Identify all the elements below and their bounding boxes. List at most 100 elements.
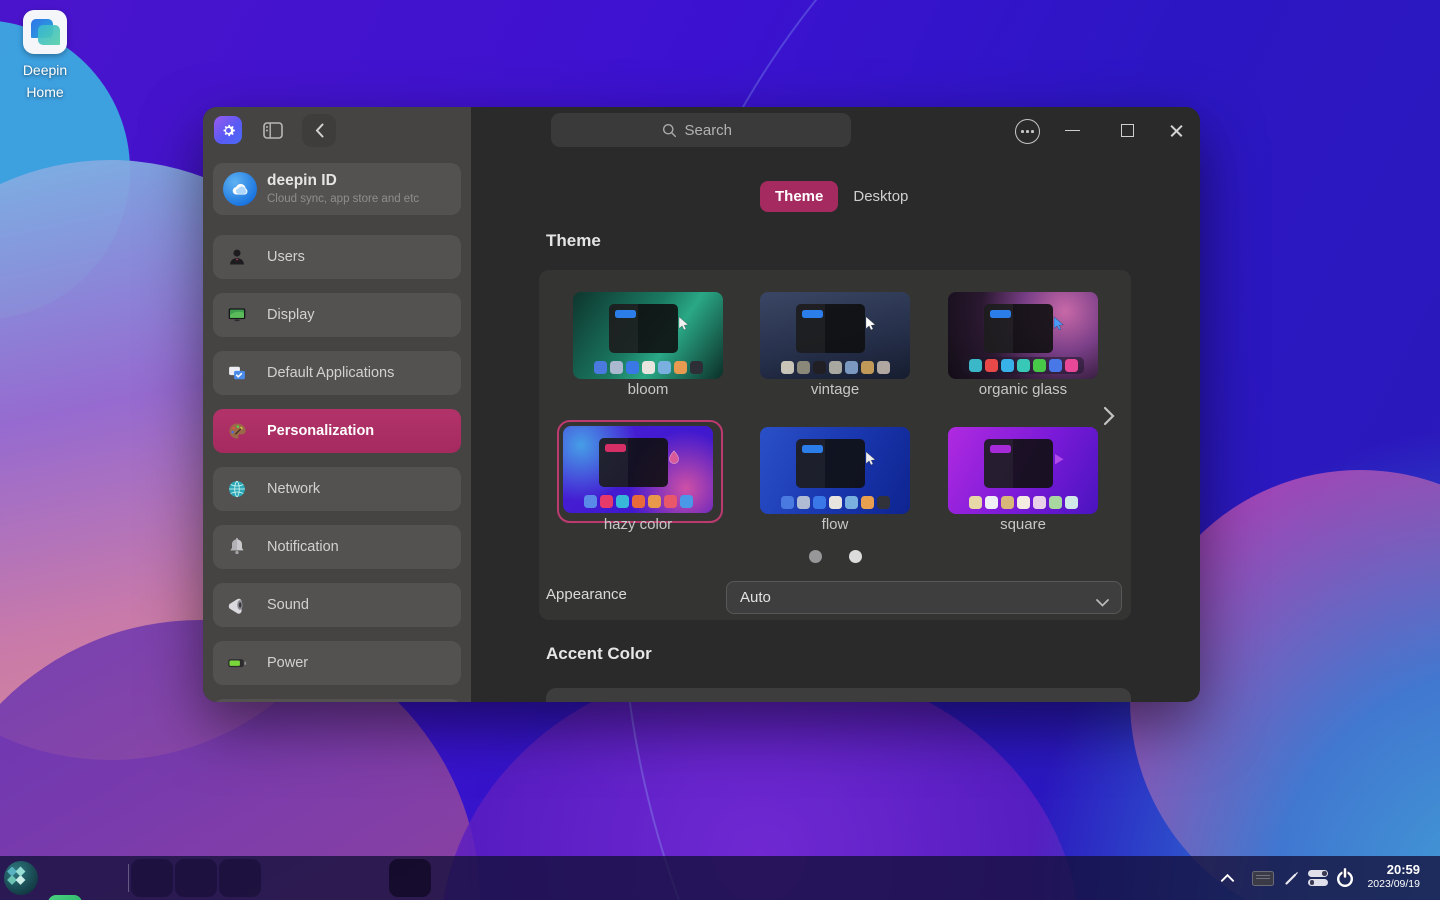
task-list-app-icon[interactable] — [48, 895, 82, 900]
sidebar: deepin ID Cloud sync, app store and etc … — [203, 107, 471, 702]
window-menu-button[interactable] — [1015, 119, 1040, 144]
chevron-left-icon — [315, 123, 324, 138]
sidebar-item-personalization[interactable]: Personalization — [213, 409, 461, 453]
section-title: Theme — [546, 231, 601, 251]
chevron-right-icon — [1103, 406, 1115, 426]
control-center-window: deepin ID Cloud sync, app store and etc … — [203, 107, 1200, 702]
mini-window — [984, 304, 1053, 353]
tab-theme[interactable]: Theme — [760, 181, 838, 212]
sidebar-item-network[interactable]: Network — [213, 467, 461, 511]
personalization-icon — [227, 421, 247, 441]
power-icon — [1335, 868, 1355, 888]
main-content: Theme Desktop Theme — [471, 107, 1200, 702]
sound-speaker-icon — [227, 595, 247, 615]
appearance-dropdown[interactable]: Auto — [726, 581, 1122, 614]
mini-dock — [767, 495, 903, 509]
search-icon — [662, 123, 677, 138]
chevron-up-icon — [1220, 873, 1235, 883]
taskbar-separator — [128, 864, 129, 892]
deepin-id-cloud-icon — [223, 172, 257, 206]
users-icon — [227, 247, 247, 267]
cursor-icon — [865, 451, 877, 466]
theme-label-vintage: vintage — [760, 381, 910, 398]
sidebar-item-notification[interactable]: Notification — [213, 525, 461, 569]
keyboard-icon — [1252, 871, 1274, 886]
power-battery-icon — [227, 653, 247, 673]
pen-icon — [1284, 871, 1299, 886]
sidebar-item-sound[interactable]: Sound — [213, 583, 461, 627]
mini-dock — [955, 495, 1091, 509]
theme-label-flow: flow — [760, 516, 910, 533]
cursor-icon — [865, 316, 877, 331]
control-center-app-icon — [214, 116, 242, 144]
desktop-icon-label: Deepin Home — [6, 60, 84, 103]
theme-thumbnail-square[interactable] — [948, 427, 1098, 514]
carousel-next-button[interactable] — [1099, 403, 1119, 429]
mini-window — [796, 439, 865, 488]
window-maximize-button[interactable] — [1119, 119, 1135, 142]
notification-bell-icon — [227, 537, 247, 557]
accent-color-title: Accent Color — [546, 644, 652, 664]
clock: 20:59 2023/09/19 — [1367, 862, 1420, 891]
chevron-down-icon — [1096, 594, 1109, 611]
tab-bar: Theme Desktop — [760, 181, 923, 212]
search-input[interactable] — [685, 122, 741, 139]
theme-label-hazy-color: hazy color — [563, 516, 713, 533]
gear-icon — [220, 122, 237, 139]
accent-color-panel-edge — [546, 688, 1131, 702]
desktop-icon-deepin-home[interactable]: Deepin Home — [6, 10, 84, 103]
sidebar-item-display[interactable]: Display — [213, 293, 461, 337]
theme-label-organic-glass: organic glass — [948, 381, 1098, 398]
running-indicator — [131, 859, 173, 897]
clock-date: 2023/09/19 — [1367, 878, 1420, 891]
mini-window — [796, 304, 865, 353]
sidebar-item-deepin-id[interactable]: deepin ID Cloud sync, app store and etc — [213, 163, 461, 215]
running-indicator — [219, 859, 261, 897]
theme-thumbnail-organic-glass[interactable] — [948, 292, 1098, 379]
theme-thumbnail-flow[interactable] — [760, 427, 910, 514]
network-icon — [227, 479, 247, 499]
sidebar-toggle-button[interactable] — [263, 122, 283, 139]
sidebar-item-default-applications[interactable]: Default Applications — [213, 351, 461, 395]
sidebar-layout-icon — [263, 122, 283, 139]
deepin-id-title: deepin ID — [267, 172, 337, 190]
sidebar-item-partial — [213, 699, 461, 702]
back-button[interactable] — [302, 114, 336, 147]
launcher-icon[interactable] — [4, 861, 38, 895]
toggles-icon — [1308, 870, 1328, 886]
carousel-dot-2[interactable] — [849, 550, 862, 563]
tray-keyboard-button[interactable] — [1252, 856, 1274, 900]
mini-dock — [580, 360, 716, 374]
appearance-label: Appearance — [546, 586, 627, 603]
tray-screen-tool-button[interactable] — [1284, 856, 1302, 900]
tray-shutdown-button[interactable] — [1335, 856, 1357, 900]
cursor-icon — [1053, 316, 1065, 331]
tray-toggles-button[interactable] — [1308, 856, 1330, 900]
mini-window — [984, 439, 1053, 488]
cursor-icon — [1053, 451, 1065, 466]
theme-label-bloom: bloom — [573, 381, 723, 398]
sidebar-item-power[interactable]: Power — [213, 641, 461, 685]
tab-desktop[interactable]: Desktop — [838, 181, 923, 212]
carousel-dots — [539, 550, 1131, 563]
search-box[interactable] — [551, 113, 851, 147]
clock-time: 20:59 — [1367, 862, 1420, 878]
theme-thumbnail-hazy-color[interactable] — [563, 426, 713, 513]
theme-thumbnail-vintage[interactable] — [760, 292, 910, 379]
sidebar-item-users[interactable]: Users — [213, 235, 461, 279]
mini-window — [609, 304, 678, 353]
mini-dock — [570, 494, 706, 508]
desktop: Deepin Home deepin — [0, 0, 1440, 900]
appearance-value: Auto — [740, 589, 771, 606]
theme-panel: bloom vintage organic glass — [539, 270, 1131, 620]
tray-expand-button[interactable] — [1220, 856, 1236, 900]
theme-label-square: square — [948, 516, 1098, 533]
theme-thumbnail-bloom[interactable] — [573, 292, 723, 379]
window-close-button[interactable] — [1168, 119, 1185, 142]
active-app-indicator — [389, 859, 431, 897]
running-indicator — [175, 859, 217, 897]
window-minimize-button[interactable] — [1064, 119, 1080, 142]
mini-dock — [962, 357, 1084, 374]
default-applications-icon — [227, 363, 247, 383]
carousel-dot-1[interactable] — [809, 550, 822, 563]
